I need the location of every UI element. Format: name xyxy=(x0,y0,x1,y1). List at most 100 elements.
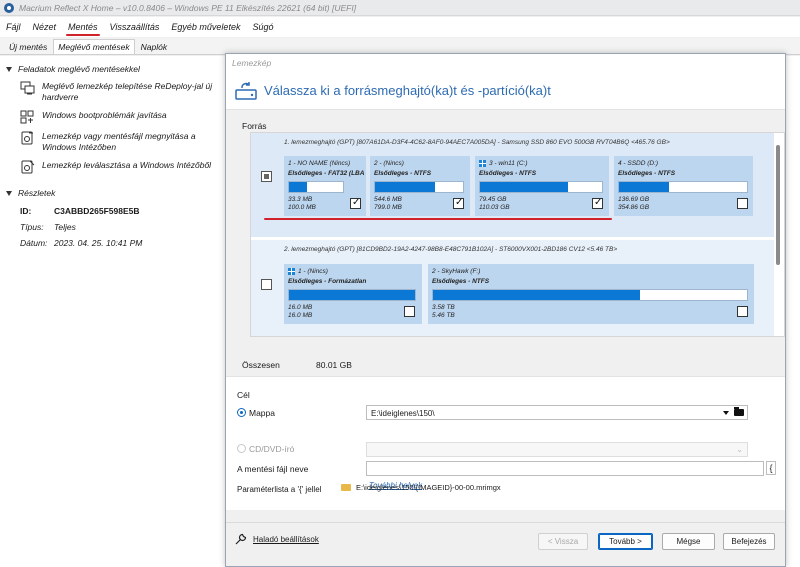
usage-fill xyxy=(289,290,415,300)
total-value: 80.01 GB xyxy=(316,360,352,370)
menu-file[interactable]: Fájl xyxy=(6,22,21,32)
disk-title: 1. lemezmeghajtó (GPT) [807A61DA-D3F4-4C… xyxy=(284,139,670,146)
usage-bar xyxy=(288,289,416,301)
used-size: 544.6 MB xyxy=(374,196,402,203)
finish-button[interactable]: Befejezés xyxy=(723,533,775,550)
details-section-header[interactable]: Részletek xyxy=(6,188,231,198)
windows-logo-icon xyxy=(288,268,295,275)
task-boot-repair[interactable]: Windows bootproblémák javítása xyxy=(20,110,225,124)
filename-label: A mentési fájl neve xyxy=(237,464,309,474)
total-size: 354.86 GB xyxy=(618,204,650,211)
tasks-section-header[interactable]: Feladatok meglévő mentésekkel xyxy=(6,64,231,74)
disk-checkbox[interactable] xyxy=(261,279,272,290)
source-disk-list: 1. lemezmeghajtó (GPT) [807A61DA-D3F4-4C… xyxy=(250,132,785,337)
open-image-icon xyxy=(21,131,33,145)
menu-view[interactable]: Nézet xyxy=(33,22,57,32)
tab-logs[interactable]: Naplók xyxy=(136,39,172,54)
dialog-title: Lemezkép xyxy=(226,54,785,72)
menu-other-tasks[interactable]: Egyéb műveletek xyxy=(171,22,240,32)
tab-existing-backups[interactable]: Meglévő mentések xyxy=(53,39,135,54)
folder-radio[interactable] xyxy=(237,408,246,417)
detail-type: Típus: Teljes xyxy=(20,222,76,232)
usage-bar xyxy=(618,181,748,193)
partition-1[interactable]: 1 - (Nincs) Elsődleges - Formázatlan 16.… xyxy=(284,264,422,324)
partition-checkbox[interactable] xyxy=(404,306,415,317)
used-size: 136.69 GB xyxy=(618,196,650,203)
destination-label: Cél xyxy=(237,390,250,400)
partition-checkbox[interactable] xyxy=(453,197,464,209)
used-size: 3.58 TB xyxy=(432,304,455,311)
disk-image-icon xyxy=(235,81,257,100)
disk-title: 2. lemezmeghajtó (GPT) [81CD9BD2-19A2-42… xyxy=(284,246,618,253)
task-detach-image[interactable]: Lemezkép leválasztása a Windows Intézőbő… xyxy=(20,160,225,174)
partition-checkbox[interactable] xyxy=(592,197,603,209)
menu-help[interactable]: Súgó xyxy=(252,22,273,32)
used-size: 79.45 GB xyxy=(479,196,507,203)
usage-bar xyxy=(479,181,603,193)
partition-type: Elsődleges - FAT32 (LBA xyxy=(288,170,365,177)
partition-2[interactable]: 2 - (Nincs) Elsődleges - NTFS 544.6 MB 7… xyxy=(370,156,470,216)
partition-3[interactable]: 3 - win11 (C:) Elsődleges - NTFS 79.45 G… xyxy=(475,156,609,216)
browse-folder-icon[interactable] xyxy=(734,407,744,416)
partition-name: 2 - (Nincs) xyxy=(374,160,404,167)
total-size: 110.03 GB xyxy=(479,204,510,211)
total-size: 100.0 MB xyxy=(288,204,316,211)
partition-checkbox[interactable] xyxy=(737,306,748,317)
usage-fill xyxy=(433,290,641,300)
menu-restore[interactable]: Visszaállítás xyxy=(110,22,160,32)
disk-list-scrollbar[interactable] xyxy=(776,145,780,265)
total-label: Összesen xyxy=(242,360,280,370)
usage-bar xyxy=(288,181,344,193)
partition-checkbox[interactable] xyxy=(737,198,748,209)
filename-input[interactable] xyxy=(366,461,764,476)
tab-new-backup[interactable]: Új mentés xyxy=(4,39,52,54)
partition-checkbox[interactable] xyxy=(350,197,361,209)
app-logo-icon xyxy=(4,2,14,13)
disk-2: 2. lemezmeghajtó (GPT) [81CD9BD2-19A2-42… xyxy=(251,240,774,336)
partition-name: 1 - NO NAME (Nincs) xyxy=(288,160,351,167)
total-size: 799.0 MB xyxy=(374,204,402,211)
usage-bar xyxy=(374,181,464,193)
cancel-button[interactable]: Mégse xyxy=(662,533,715,550)
partition-type: Elsődleges - NTFS xyxy=(618,170,676,177)
menu-backup[interactable]: Mentés xyxy=(66,22,100,36)
insert-parameter-button[interactable]: { xyxy=(766,461,776,475)
partition-4[interactable]: 4 - SSDD (D:) Elsődleges - NTFS 136.69 G… xyxy=(614,156,753,216)
chevron-down-icon: ⌄ xyxy=(736,445,743,454)
annotation-underline xyxy=(264,218,612,220)
folder-path-combo[interactable]: E:\ideiglenes\150\ xyxy=(366,405,748,420)
partition-1[interactable]: 1 - NO NAME (Nincs) Elsődleges - FAT32 (… xyxy=(284,156,366,216)
detail-date: Dátum: 2023. 04. 25. 10:41 PM xyxy=(20,238,143,248)
advanced-options-link[interactable]: Haladó beállítások xyxy=(234,532,319,546)
source-label: Forrás xyxy=(242,121,267,131)
dialog-footer: Haladó beállítások < Vissza Tovább > Még… xyxy=(226,522,785,566)
usage-bar xyxy=(432,289,748,301)
total-size: 5.46 TB xyxy=(432,312,455,319)
back-button[interactable]: < Vissza xyxy=(538,533,588,550)
partition-name: 2 - SkyHawk (F:) xyxy=(432,268,481,275)
used-size: 16.0 MB xyxy=(288,304,313,311)
menu-bar: Fájl Nézet Mentés Visszaállítás Egyéb mű… xyxy=(0,17,800,37)
redeploy-icon xyxy=(20,81,35,95)
cd-dvd-radio[interactable] xyxy=(237,444,246,453)
cd-dvd-combo[interactable]: ⌄ xyxy=(366,442,748,457)
total-size: 16.0 MB xyxy=(288,312,313,319)
next-button[interactable]: Tovább > xyxy=(598,533,653,550)
background-pane-edge xyxy=(786,56,800,567)
used-size: 33.3 MB xyxy=(288,196,313,203)
folder-path-value: E:\ideiglenes\150\ xyxy=(371,409,435,418)
wrench-icon xyxy=(235,533,247,545)
param-preview: E:\ideiglenes\150\{IMAGEID}-00-00.mrimgx xyxy=(341,483,501,492)
usage-fill xyxy=(289,182,307,192)
sidebar: Feladatok meglévő mentésekkel Meglévő le… xyxy=(0,56,232,567)
partition-2[interactable]: 2 - SkyHawk (F:) Elsődleges - NTFS 3.58 … xyxy=(428,264,754,324)
window-title: Macrium Reflect X Home – v10.0.8406 – Wi… xyxy=(19,2,357,13)
task-open-image[interactable]: Lemezkép vagy mentésfájl megnyitása a Wi… xyxy=(20,131,225,153)
dropdown-arrow-icon[interactable] xyxy=(723,411,729,415)
collapse-triangle-icon xyxy=(6,190,12,196)
task-redeploy[interactable]: Meglévő lemezkép telepítése ReDeploy-jal… xyxy=(20,81,225,103)
disk-checkbox[interactable] xyxy=(261,171,272,182)
partition-type: Elsődleges - NTFS xyxy=(432,278,490,285)
partition-name: 4 - SSDD (D:) xyxy=(618,160,659,167)
dialog-heading: Válassza ki a forrásmeghajtó(ka)t és -pa… xyxy=(264,83,551,98)
